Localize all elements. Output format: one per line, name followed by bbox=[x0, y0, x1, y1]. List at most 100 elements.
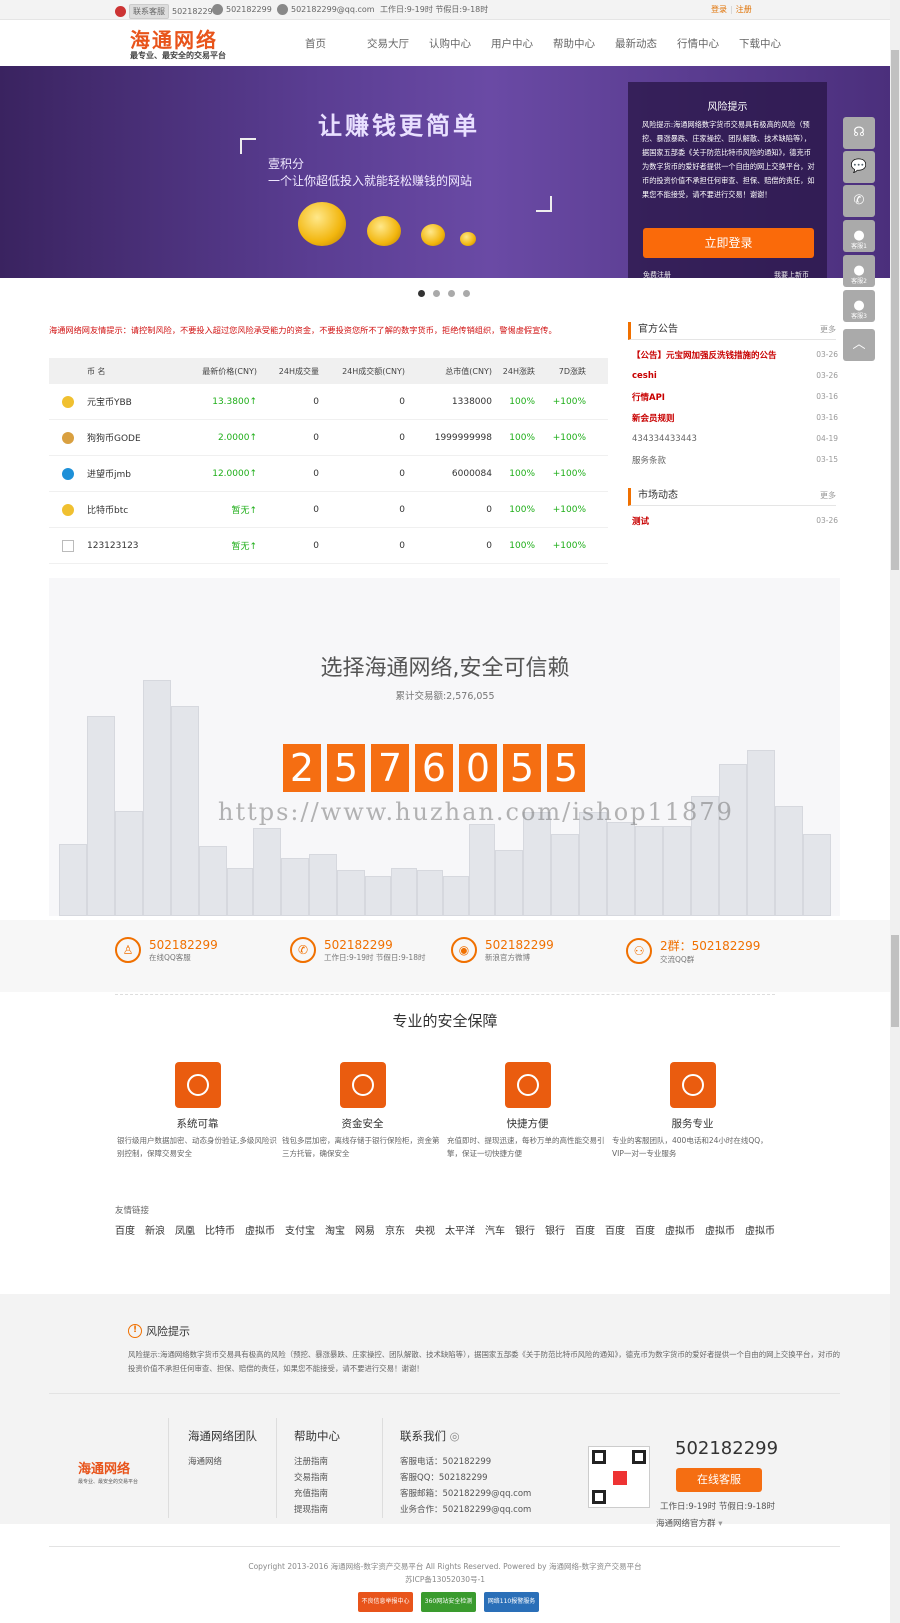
icp-number[interactable]: 苏ICP备13052030号-1 bbox=[0, 1573, 890, 1586]
footer-link[interactable]: 交易指南 bbox=[294, 1470, 340, 1486]
contact-number: 502182299 bbox=[149, 937, 218, 952]
wechat-icon[interactable]: 💬 bbox=[843, 151, 875, 183]
table-row[interactable]: 比特币btc 暂无↑ 0 0 0 100% +100% bbox=[49, 492, 608, 528]
nav-user-center[interactable]: 用户中心 bbox=[491, 36, 553, 51]
footer-link[interactable]: 提现指南 bbox=[294, 1502, 340, 1518]
risk-title: 风险提示 bbox=[146, 1325, 190, 1338]
friend-link[interactable]: 银行 bbox=[515, 1222, 535, 1237]
nav-subscribe[interactable]: 认购中心 bbox=[429, 36, 491, 51]
nav-market[interactable]: 行情中心 bbox=[677, 36, 739, 51]
friend-link[interactable]: 虚拟币 bbox=[705, 1222, 735, 1237]
scrollbar-thumb[interactable] bbox=[891, 935, 899, 1027]
notice-link[interactable]: 行情API bbox=[632, 391, 665, 403]
friend-link[interactable]: 百度 bbox=[605, 1222, 625, 1237]
news-link[interactable]: 测试 bbox=[632, 515, 649, 527]
notice-link[interactable]: 服务条款 bbox=[632, 454, 666, 466]
report-badge[interactable]: 不良信息举报中心 bbox=[358, 1592, 413, 1612]
nav-news[interactable]: 最新动态 bbox=[615, 36, 677, 51]
headset-icon[interactable]: ☊ bbox=[843, 117, 875, 149]
qr-logo bbox=[613, 1471, 627, 1485]
coin-name[interactable]: 进望币jmb bbox=[87, 467, 179, 480]
friend-link[interactable]: 虚拟币 bbox=[745, 1222, 775, 1237]
list-item[interactable]: 测试 03-26 bbox=[632, 510, 838, 531]
qq-number: 502182299 bbox=[172, 7, 218, 16]
weibo-icon[interactable]: ◎ bbox=[450, 1429, 460, 1443]
qq-icon[interactable]: ● 客服1 bbox=[843, 220, 875, 252]
footer-logo[interactable]: 海通网络 bbox=[78, 1458, 130, 1477]
contact-group[interactable]: ⚇ 2群：502182299 交流QQ群 bbox=[626, 937, 760, 965]
qq-icon[interactable]: ● 客服2 bbox=[843, 255, 875, 287]
coin-name[interactable]: 比特币btc bbox=[87, 503, 179, 516]
notice-title: 官方公告 bbox=[638, 324, 678, 335]
notice-link[interactable]: 【公告】元宝网加强反洗钱措施的公告 bbox=[632, 349, 777, 361]
friend-link[interactable]: 太平洋 bbox=[445, 1222, 475, 1237]
notice-more-link[interactable]: 更多 bbox=[820, 322, 836, 338]
coin-name[interactable]: 123123123 bbox=[87, 541, 179, 551]
friend-link[interactable]: 虚拟币 bbox=[245, 1222, 275, 1237]
chevron-up-icon[interactable]: ︿ bbox=[843, 329, 875, 361]
contact-weibo[interactable]: ◉ 502182299 新浪官方微博 bbox=[451, 937, 554, 963]
table-row[interactable]: 123123123 暂无↑ 0 0 0 100% +100% bbox=[49, 528, 608, 564]
friend-link[interactable]: 新浪 bbox=[145, 1222, 165, 1237]
friend-link[interactable]: 央视 bbox=[415, 1222, 435, 1237]
friend-link[interactable]: 淘宝 bbox=[325, 1222, 345, 1237]
friend-link[interactable]: 凤凰 bbox=[175, 1222, 195, 1237]
qq-icon[interactable]: ● 客服3 bbox=[843, 290, 875, 322]
register-link[interactable]: 注册 bbox=[736, 4, 752, 15]
table-row[interactable]: 狗狗币GODE 2.0000↑ 0 0 1999999998 100% +100… bbox=[49, 420, 608, 456]
friend-link[interactable]: 银行 bbox=[545, 1222, 565, 1237]
footer-link[interactable]: 海通网络 bbox=[188, 1454, 257, 1470]
carousel-dot[interactable] bbox=[463, 290, 470, 297]
friend-link[interactable]: 支付宝 bbox=[285, 1222, 315, 1237]
friend-link[interactable]: 虚拟币 bbox=[665, 1222, 695, 1237]
phone-icon[interactable]: ✆ bbox=[843, 185, 875, 217]
notice-link[interactable]: 434334433443 bbox=[632, 434, 697, 444]
carousel-dot[interactable] bbox=[448, 290, 455, 297]
footer-link[interactable]: 充值指南 bbox=[294, 1486, 340, 1502]
table-row[interactable]: 元宝币YBB 13.3800↑ 0 0 1338000 100% +100% bbox=[49, 384, 608, 420]
list-item[interactable]: 【公告】元宝网加强反洗钱措施的公告 03-26 bbox=[632, 344, 838, 365]
list-item[interactable]: ceshi 03-26 bbox=[632, 365, 838, 386]
notice-link[interactable]: ceshi bbox=[632, 371, 657, 381]
carousel-dot[interactable] bbox=[418, 290, 425, 297]
table-row[interactable]: 进望币jmb 12.0000↑ 0 0 6000084 100% +100% bbox=[49, 456, 608, 492]
friend-link[interactable]: 百度 bbox=[575, 1222, 595, 1237]
new-coin-link[interactable]: 我要上新币 bbox=[774, 270, 809, 280]
list-item[interactable]: 新会员规则 03-16 bbox=[632, 407, 838, 428]
nav-home[interactable]: 首页 bbox=[305, 36, 367, 51]
free-register-link[interactable]: 免费注册 bbox=[643, 270, 671, 280]
list-item[interactable]: 服务条款 03-15 bbox=[632, 449, 838, 470]
friend-link[interactable]: 网易 bbox=[355, 1222, 375, 1237]
carousel-dot[interactable] bbox=[433, 290, 440, 297]
site-logo[interactable]: 海通网络 bbox=[130, 24, 218, 53]
friend-link[interactable]: 百度 bbox=[115, 1222, 135, 1237]
coin-amount: 0 bbox=[399, 504, 405, 515]
nav-download[interactable]: 下载中心 bbox=[739, 36, 801, 51]
login-link[interactable]: 登录 bbox=[711, 4, 727, 15]
coin-name[interactable]: 元宝币YBB bbox=[87, 395, 179, 408]
police-badge[interactable]: 网络110报警服务 bbox=[484, 1592, 539, 1612]
security-badge[interactable]: 360网站安全检测 bbox=[421, 1592, 476, 1612]
scrollbar-thumb[interactable] bbox=[891, 50, 899, 570]
market-news-more-link[interactable]: 更多 bbox=[820, 488, 836, 504]
list-item[interactable]: 行情API 03-16 bbox=[632, 386, 838, 407]
contact-qq[interactable]: ♙ 502182299 在线QQ客服 bbox=[115, 937, 218, 963]
online-service-button[interactable]: 在线客服 bbox=[676, 1468, 762, 1492]
friend-link[interactable]: 比特币 bbox=[205, 1222, 235, 1237]
friend-link[interactable]: 京东 bbox=[385, 1222, 405, 1237]
watermark: https://www.huzhan.com/ishop11879 bbox=[218, 798, 734, 826]
notice-link[interactable]: 新会员规则 bbox=[632, 412, 675, 424]
service-label[interactable]: 联系客服 bbox=[129, 4, 169, 19]
official-group-link[interactable]: 海通网络官方群 ▾ bbox=[656, 1517, 723, 1529]
footer-link[interactable]: 注册指南 bbox=[294, 1454, 340, 1470]
list-item[interactable]: 434334433443 04-19 bbox=[632, 428, 838, 449]
nav-trade-hall[interactable]: 交易大厅 bbox=[367, 36, 429, 51]
login-now-button[interactable]: 立即登录 bbox=[643, 228, 814, 258]
footer-contact: 联系我们 ◎ 客服电话：502182299 客服QQ：502182299 客服邮… bbox=[400, 1428, 531, 1518]
nav-help[interactable]: 帮助中心 bbox=[553, 36, 615, 51]
friend-link[interactable]: 百度 bbox=[635, 1222, 655, 1237]
contact-phone[interactable]: ✆ 502182299 工作日:9-19时 节假日:9-18时 bbox=[290, 937, 425, 963]
coin-name[interactable]: 狗狗币GODE bbox=[87, 431, 179, 444]
friend-link[interactable]: 汽车 bbox=[485, 1222, 505, 1237]
contact-service[interactable]: 联系客服 502182299 bbox=[115, 4, 218, 19]
